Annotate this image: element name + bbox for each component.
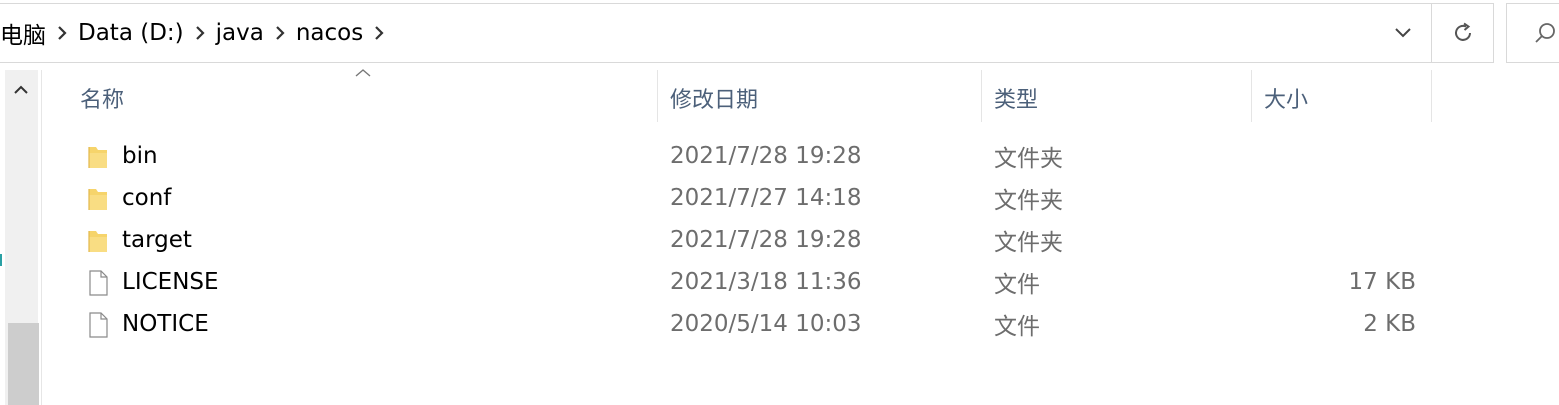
file-modified-date: 2021/7/27 14:18	[670, 185, 862, 211]
folder-icon	[86, 228, 110, 254]
file-type: 文件	[994, 272, 1040, 298]
nav-pane-edge	[0, 254, 2, 266]
refresh-button[interactable]	[1432, 3, 1494, 63]
file-modified-date: 2021/3/18 11:36	[670, 269, 862, 295]
folder-icon	[86, 186, 110, 212]
file-row[interactable]: NOTICE 2020/5/14 10:03 文件 2 KB	[60, 303, 1440, 345]
search-box[interactable]	[1506, 3, 1559, 63]
file-modified-date: 2020/5/14 10:03	[670, 311, 862, 337]
file-size: 2 KB	[1363, 311, 1416, 337]
scrollbar-thumb[interactable]	[8, 323, 39, 405]
file-size	[1250, 135, 1416, 177]
column-divider[interactable]	[1251, 70, 1252, 122]
chevron-right-icon[interactable]	[52, 25, 72, 41]
file-size: 17 KB	[1348, 269, 1416, 295]
pane-divider[interactable]	[41, 70, 42, 405]
column-divider[interactable]	[981, 70, 982, 122]
file-row[interactable]: LICENSE 2021/3/18 11:36 文件 17 KB	[60, 261, 1440, 303]
breadcrumb: 电脑 Data (D:) java nacos	[0, 4, 389, 62]
breadcrumb-item-java[interactable]: java	[210, 20, 270, 46]
scroll-up-icon[interactable]	[13, 84, 29, 96]
file-row[interactable]: bin 2021/7/28 19:28 文件夹	[60, 135, 1440, 177]
file-name: LICENSE	[122, 269, 219, 295]
breadcrumb-item-pc[interactable]: 电脑	[0, 16, 52, 50]
breadcrumb-item-drive[interactable]: Data (D:)	[72, 20, 190, 46]
chevron-right-icon[interactable]	[369, 25, 389, 41]
file-size	[1250, 219, 1416, 261]
address-bar[interactable]: 电脑 Data (D:) java nacos	[0, 3, 1432, 63]
file-type: 文件	[994, 314, 1040, 340]
column-header-type[interactable]: 类型	[994, 82, 1038, 114]
chevron-right-icon[interactable]	[270, 25, 290, 41]
column-divider[interactable]	[657, 70, 658, 122]
column-header-name[interactable]: 名称	[80, 82, 124, 114]
file-row[interactable]: conf 2021/7/27 14:18 文件夹	[60, 177, 1440, 219]
column-divider[interactable]	[1431, 70, 1432, 122]
folder-icon	[86, 144, 110, 170]
file-name: bin	[122, 143, 158, 169]
file-name: target	[122, 227, 192, 253]
file-icon	[86, 270, 110, 296]
file-icon	[86, 312, 110, 338]
file-type: 文件夹	[994, 146, 1063, 172]
nav-pane-scrollbar[interactable]	[5, 70, 39, 405]
chevron-right-icon[interactable]	[190, 25, 210, 41]
column-header-size[interactable]: 大小	[1264, 82, 1308, 114]
file-size	[1250, 177, 1416, 219]
refresh-icon	[1454, 22, 1471, 41]
file-name: NOTICE	[122, 311, 209, 337]
file-type: 文件夹	[994, 188, 1063, 214]
column-header-date[interactable]: 修改日期	[670, 82, 758, 114]
file-type: 文件夹	[994, 230, 1063, 256]
address-history-dropdown[interactable]	[1375, 4, 1431, 62]
chevron-down-icon	[1395, 28, 1411, 38]
file-row[interactable]: target 2021/7/28 19:28 文件夹	[60, 219, 1440, 261]
file-name: conf	[122, 185, 172, 211]
file-modified-date: 2021/7/28 19:28	[670, 143, 862, 169]
breadcrumb-item-nacos[interactable]: nacos	[290, 20, 369, 46]
search-icon	[1535, 23, 1555, 43]
file-modified-date: 2021/7/28 19:28	[670, 227, 862, 253]
sort-ascending-icon	[355, 69, 371, 77]
